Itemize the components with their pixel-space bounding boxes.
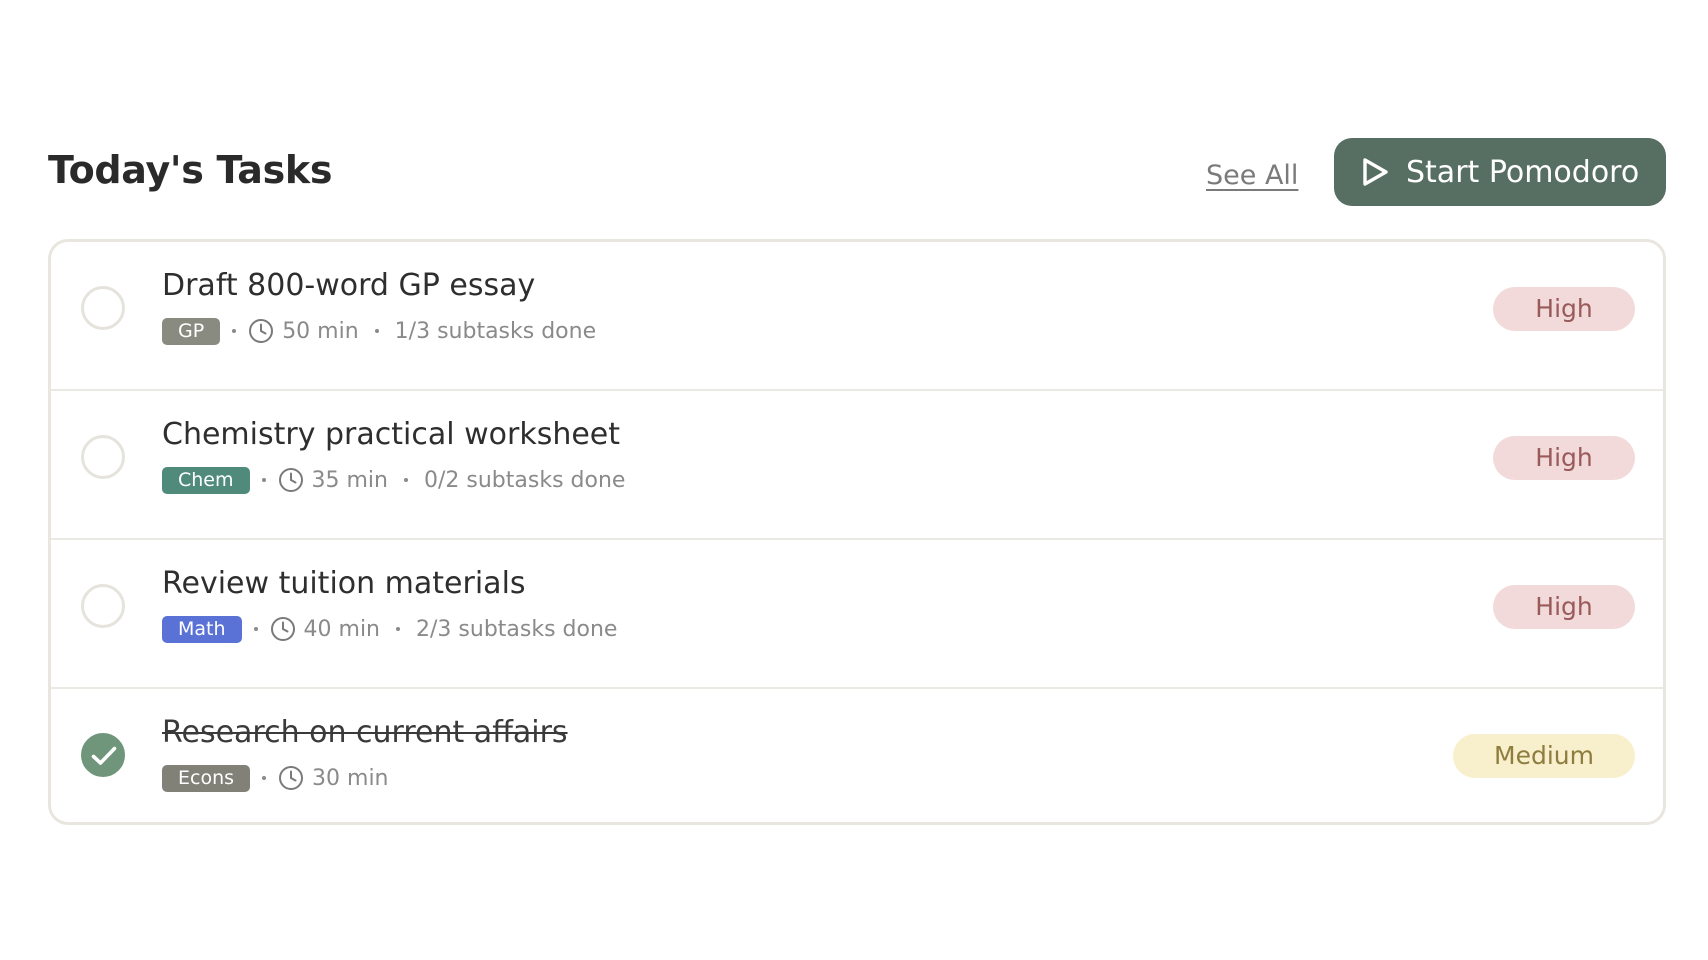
page-title: Today's Tasks [48, 148, 333, 192]
task-duration: 50 min [282, 318, 359, 344]
task-checkbox[interactable] [81, 435, 125, 479]
task-checkbox-checked[interactable] [81, 733, 125, 777]
play-icon [1360, 156, 1390, 188]
subtask-progress: 2/3 subtasks done [416, 616, 618, 642]
task-title: Draft 800-word GP essay [162, 268, 536, 303]
task-duration: 30 min [312, 765, 389, 791]
subject-tag: Chem [162, 466, 250, 494]
priority-badge: High [1493, 585, 1635, 629]
subtask-progress: 1/3 subtasks done [394, 318, 597, 344]
task-meta: Math 40 min 2/3 subtasks done [162, 614, 617, 644]
task-meta: Econs 30 min [162, 763, 389, 793]
task-row[interactable]: Draft 800-word GP essay GP 50 min 1/3 su… [51, 242, 1663, 391]
start-pomodoro-label: Start Pomodoro [1406, 154, 1640, 190]
tasks-header: Today's Tasks See All Start Pomodoro [48, 138, 1666, 208]
task-row[interactable]: Research on current affairs Econs 30 min… [51, 689, 1663, 822]
task-title: Research on current affairs [162, 715, 568, 750]
separator-dot [262, 776, 267, 780]
separator-dot [404, 478, 408, 482]
separator-dot [396, 627, 401, 631]
separator-dot [253, 627, 258, 631]
priority-badge: Medium [1453, 734, 1635, 778]
subtask-progress: 0/2 subtasks done [424, 467, 626, 493]
task-list: Draft 800-word GP essay GP 50 min 1/3 su… [48, 239, 1666, 825]
task-row[interactable]: Review tuition materials Math 40 min 2/3… [51, 540, 1663, 689]
priority-badge: High [1493, 436, 1635, 480]
clock-icon [248, 318, 274, 344]
task-checkbox[interactable] [81, 584, 125, 628]
clock-icon [270, 616, 296, 642]
task-duration: 35 min [311, 467, 388, 493]
priority-badge: High [1493, 287, 1635, 331]
task-checkbox[interactable] [81, 286, 125, 330]
check-icon [91, 746, 117, 765]
separator-dot [232, 329, 237, 333]
separator-dot [374, 329, 379, 333]
task-meta: Chem 35 min 0/2 subtasks done [162, 465, 625, 495]
clock-icon [278, 467, 304, 493]
see-all-link[interactable]: See All [1206, 160, 1298, 191]
task-title: Chemistry practical worksheet [162, 417, 621, 452]
separator-dot [261, 478, 266, 482]
task-duration: 40 min [303, 616, 381, 642]
subject-tag: Math [162, 615, 242, 643]
task-title: Review tuition materials [162, 566, 526, 601]
start-pomodoro-button[interactable]: Start Pomodoro [1334, 138, 1666, 206]
task-row[interactable]: Chemistry practical worksheet Chem 35 mi… [51, 391, 1663, 540]
clock-icon [278, 765, 304, 791]
task-meta: GP 50 min 1/3 subtasks done [162, 316, 596, 346]
subject-tag: GP [162, 317, 221, 345]
subject-tag: Econs [162, 764, 251, 792]
